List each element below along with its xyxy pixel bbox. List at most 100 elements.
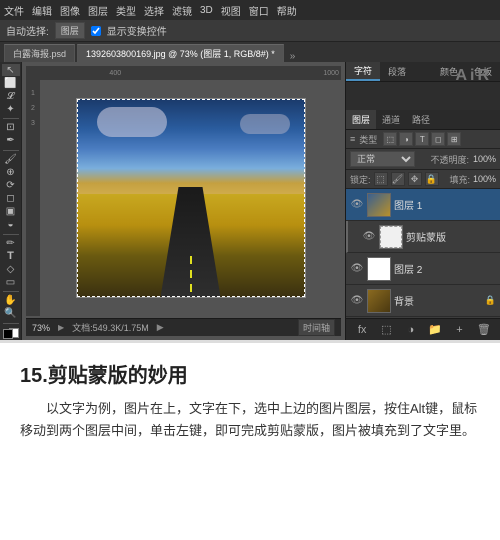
content-title: 15.剪贴蒙版的妙用 (20, 359, 480, 388)
bg-thumbnail (367, 289, 391, 313)
hand-tool[interactable]: ✋ (2, 295, 20, 307)
vertical-ruler: 1 2 3 (26, 80, 40, 316)
photoshop-app: 文件 编辑 图像 图层 类型 选择 滤镜 3D 视图 窗口 帮助 自动选择: 图… (0, 0, 500, 340)
status-arrow[interactable]: ▶ (157, 322, 164, 333)
road-dash-1 (190, 256, 192, 264)
menu-item-edit[interactable]: 编辑 (32, 3, 52, 18)
layer-type-smart[interactable]: ⊞ (447, 132, 461, 146)
menu-item-type[interactable]: 类型 (116, 3, 136, 18)
menu-item-select[interactable]: 选择 (144, 3, 164, 18)
eraser-tool[interactable]: ◻ (2, 192, 20, 204)
lasso-tool[interactable]: 𝓛 (2, 90, 20, 102)
canvas-area: 400 1000 1 2 3 (22, 62, 345, 340)
lock-brush-btn[interactable]: 🖌 (391, 172, 405, 186)
lock-transparent-btn[interactable]: ⬚ (374, 172, 388, 186)
bg-thumb-image (368, 290, 390, 312)
lock-all-btn[interactable]: 🔒 (425, 172, 439, 186)
crop-tool[interactable]: ⊡ (2, 122, 20, 134)
menu-item-image[interactable]: 图像 (60, 3, 80, 18)
opacity-value: 100% (473, 154, 496, 164)
layer-new-icon[interactable]: + (450, 321, 468, 339)
road-dashes (190, 256, 192, 292)
timeline-button[interactable]: 时间轴 (298, 319, 335, 336)
layers-tab-row: 图层 通道 路径 (346, 110, 500, 130)
lock-label: 锁定: (350, 173, 371, 186)
brush-tool[interactable]: 🖌 (2, 153, 20, 165)
layer2-thumbnail (367, 257, 391, 281)
magic-wand-tool[interactable]: ✦ (2, 103, 20, 115)
dodge-tool[interactable]: ◒ (2, 219, 20, 231)
history-tool[interactable]: ⟳ (2, 179, 20, 191)
layer-type-text[interactable]: T (415, 132, 429, 146)
layer-tab-layers[interactable]: 图层 (346, 110, 376, 129)
color-swatch[interactable] (3, 329, 19, 338)
workspace: ↖ ⬜ 𝓛 ✦ ⊡ ✒ 🖌 ⊕ ⟳ ◻ ▣ ◒ ✏ T ◇ ▭ ✋ 🔍 (0, 62, 500, 340)
tab-file[interactable]: 白露海报.psd (4, 44, 75, 62)
layer-tab-channels[interactable]: 通道 (376, 110, 406, 129)
show-controls-checkbox[interactable] (91, 26, 101, 36)
toolbar-left: ↖ ⬜ 𝓛 ✦ ⊡ ✒ 🖌 ⊕ ⟳ ◻ ▣ ◒ ✏ T ◇ ▭ ✋ 🔍 (0, 62, 22, 340)
ruler-mark-h-1000: 1000 (323, 70, 339, 77)
text-tool[interactable]: T (2, 250, 20, 262)
blend-mode-select[interactable]: 正常 (350, 151, 415, 167)
canvas-image-container[interactable] (40, 80, 341, 316)
layer-adjust-icon[interactable]: ◑ (402, 321, 420, 339)
horizontal-ruler: 400 1000 (26, 66, 341, 80)
options-bar: 自动选择: 图层 显示变换控件 (0, 20, 500, 42)
layer-mask-icon[interactable]: ⬚ (377, 321, 395, 339)
ruler-marks-h: 400 1000 (40, 70, 341, 77)
layer-item-clipping[interactable]: 👁 剪贴蒙版 (346, 221, 500, 253)
ruler-mark-h-400: 400 (109, 70, 121, 77)
layer1-thumbnail (367, 193, 391, 217)
layer2-visibility-icon[interactable]: 👁 (350, 262, 364, 276)
fill-label: 填充: (449, 173, 470, 186)
menu-item-help[interactable]: 帮助 (277, 3, 297, 18)
marquee-tool[interactable]: ⬜ (2, 77, 20, 89)
clipping-name: 剪贴蒙版 (406, 229, 496, 244)
menu-item-window[interactable]: 窗口 (249, 3, 269, 18)
gradient-tool[interactable]: ▣ (2, 206, 20, 218)
auto-select-dropdown[interactable]: 图层 (55, 22, 85, 39)
layer-item-layer2[interactable]: 👁 图层 2 (346, 253, 500, 285)
layer-item-layer1[interactable]: 👁 图层 1 (346, 189, 500, 221)
layer-item-background[interactable]: 👁 背景 🔒 (346, 285, 500, 317)
tab-overflow-arrow[interactable]: » (290, 51, 296, 62)
menu-item-file[interactable]: 文件 (4, 3, 24, 18)
road-dash-3 (190, 284, 192, 292)
shape-tool[interactable]: ▭ (2, 276, 20, 288)
layer-type-adjust[interactable]: ◑ (399, 132, 413, 146)
layer-type-shape[interactable]: ◻ (431, 132, 445, 146)
status-triangle[interactable]: ▶ (58, 323, 64, 332)
path-tool[interactable]: ◇ (2, 263, 20, 275)
clipping-visibility-icon[interactable]: 👁 (362, 230, 376, 244)
menu-bar: 文件 编辑 图像 图层 类型 选择 滤镜 3D 视图 窗口 帮助 (0, 0, 500, 20)
zoom-tool[interactable]: 🔍 (2, 308, 20, 320)
doc-size: 文档:549.3K/1.75M (72, 321, 149, 334)
bg-visibility-icon[interactable]: 👁 (350, 294, 364, 308)
bg-lock-badge: 🔒 (485, 295, 496, 306)
layer-delete-icon[interactable]: 🗑 (475, 321, 493, 339)
eyedropper-tool[interactable]: ✒ (2, 135, 20, 147)
clone-tool[interactable]: ⊕ (2, 166, 20, 178)
pen-tool[interactable]: ✏ (2, 237, 20, 249)
layer-type-pixel[interactable]: ⬚ (383, 132, 397, 146)
layer-group-icon[interactable]: 📁 (426, 321, 444, 339)
layers-panel: 图层 通道 路径 ≡ 类型 ⬚ ◑ T ◻ ⊞ (346, 82, 500, 340)
layer1-visibility-icon[interactable]: 👁 (350, 198, 364, 212)
layer-style-icon[interactable]: fx (353, 321, 371, 339)
road-image (77, 99, 305, 297)
menu-item-view[interactable]: 视图 (221, 3, 241, 18)
zoom-level: 73% (32, 323, 50, 333)
layer-tab-paths[interactable]: 路径 (406, 110, 436, 129)
move-tool[interactable]: ↖ (2, 64, 20, 76)
tab-image[interactable]: 1392603800169.jpg @ 73% (图层 1, RGB/8#) * (77, 44, 284, 62)
toolbar-divider-5 (3, 323, 19, 324)
toolbar-divider-4 (3, 291, 19, 292)
menu-item-layer[interactable]: 图层 (88, 3, 108, 18)
menu-item-filter[interactable]: 滤镜 (172, 3, 192, 18)
lock-move-btn[interactable]: ✥ (408, 172, 422, 186)
blend-opacity-row: 正常 不透明度: 100% (346, 149, 500, 170)
menu-item-3d[interactable]: 3D (200, 5, 213, 16)
filter-label: ≡ (350, 134, 355, 144)
layer2-name: 图层 2 (394, 261, 496, 276)
